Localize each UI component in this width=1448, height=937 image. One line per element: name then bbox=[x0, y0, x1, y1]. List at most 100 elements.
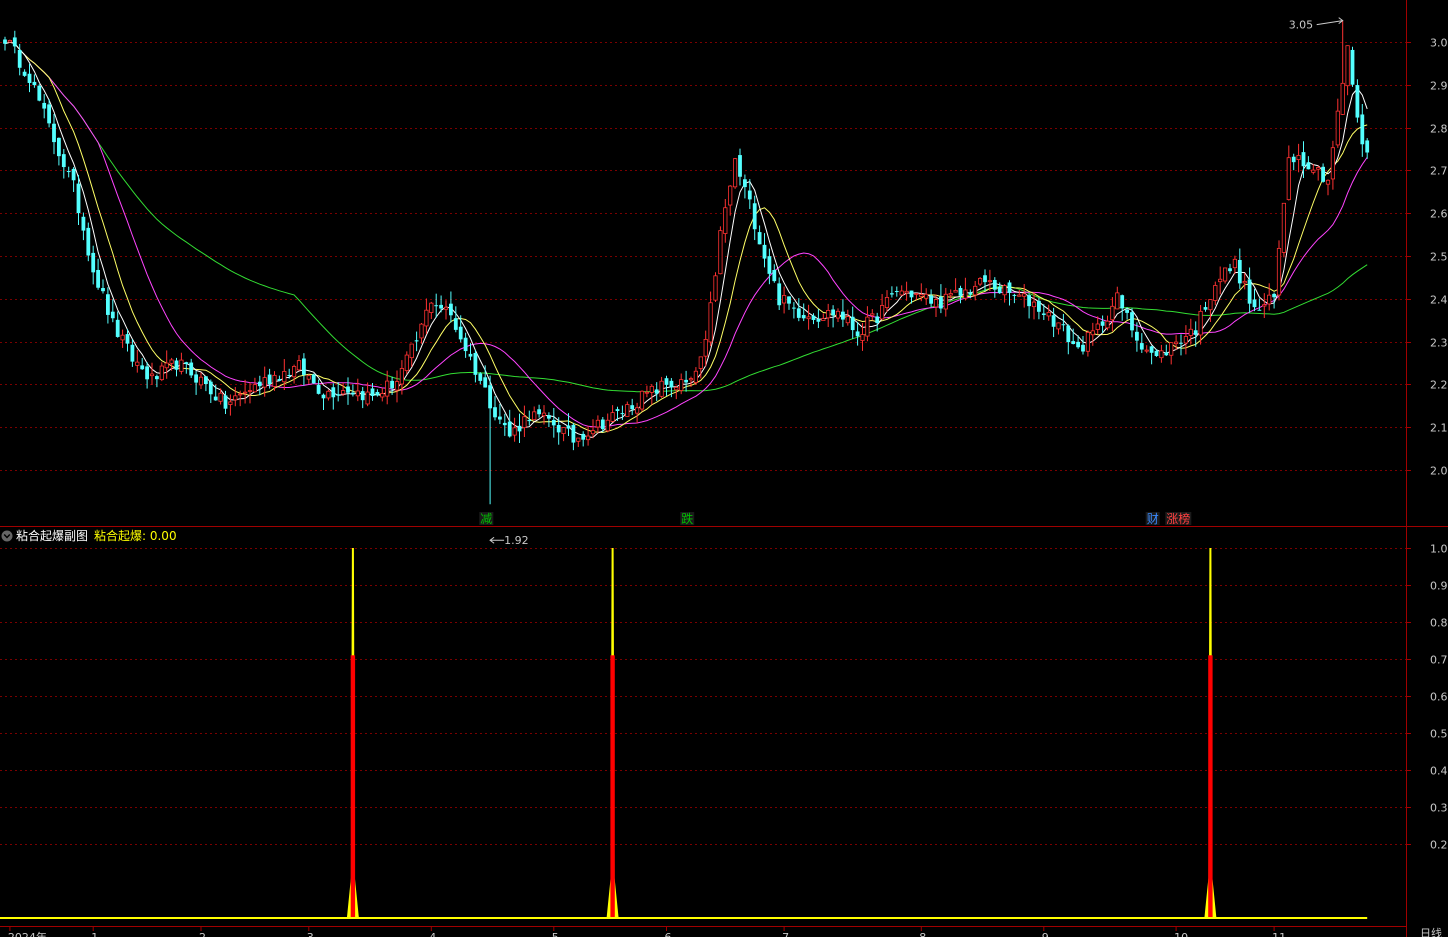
candle-body bbox=[120, 334, 125, 341]
candle-body bbox=[306, 375, 311, 380]
candle-body bbox=[595, 419, 601, 428]
candle-body bbox=[757, 232, 762, 245]
candle bbox=[1350, 46, 1355, 87]
low-arrow bbox=[489, 536, 505, 544]
candle bbox=[1169, 342, 1174, 365]
candle-body bbox=[1321, 166, 1325, 182]
candle-body bbox=[326, 390, 331, 399]
candle bbox=[316, 379, 321, 395]
candle bbox=[1056, 322, 1061, 335]
candle bbox=[174, 357, 179, 377]
x-tick-label: 5 bbox=[552, 931, 559, 937]
candle bbox=[1276, 240, 1282, 301]
candle-body bbox=[149, 373, 155, 377]
candle-body bbox=[605, 419, 610, 432]
candle bbox=[610, 405, 615, 423]
candle-body bbox=[66, 171, 71, 173]
candle-body bbox=[586, 435, 591, 441]
candle bbox=[27, 63, 32, 93]
candle-body bbox=[762, 244, 767, 259]
candle-body bbox=[257, 381, 262, 387]
candle bbox=[434, 293, 439, 318]
candle-body bbox=[654, 389, 659, 394]
period-label: 日线 bbox=[1420, 926, 1442, 937]
candle bbox=[360, 386, 365, 409]
candle-body bbox=[1228, 268, 1232, 272]
candle-body bbox=[385, 380, 390, 397]
candle bbox=[1325, 179, 1331, 196]
y-tick-label: 2.80 bbox=[1430, 123, 1448, 136]
candle bbox=[718, 226, 723, 275]
candle bbox=[1139, 333, 1144, 353]
candle-body bbox=[943, 293, 948, 310]
candle bbox=[149, 362, 155, 385]
candle-body bbox=[468, 353, 473, 357]
candle bbox=[443, 300, 449, 320]
candle bbox=[57, 137, 61, 166]
candle-body bbox=[1144, 349, 1149, 352]
candle-body bbox=[106, 294, 110, 315]
candle-body bbox=[919, 294, 924, 297]
candle bbox=[37, 84, 42, 102]
x-tick-label: 10 bbox=[1174, 931, 1188, 937]
collapse-icon[interactable] bbox=[1, 530, 13, 542]
high-arrow bbox=[1316, 17, 1344, 26]
candle-body bbox=[610, 412, 615, 422]
candle-body bbox=[52, 123, 56, 143]
candle-body bbox=[365, 391, 370, 405]
candle-body bbox=[125, 334, 130, 344]
candle bbox=[493, 396, 497, 421]
sub-y-tick-label: 0.80 bbox=[1430, 617, 1448, 630]
candle bbox=[86, 222, 91, 262]
candle bbox=[605, 413, 610, 433]
candle-body bbox=[1291, 156, 1296, 163]
candle bbox=[404, 351, 409, 375]
indicator-title[interactable]: 粘合起爆副图 bbox=[16, 528, 88, 543]
candle-body bbox=[1232, 258, 1237, 269]
candle-body bbox=[1012, 294, 1017, 296]
candle-body bbox=[355, 390, 360, 397]
candle-body bbox=[992, 279, 997, 290]
candle bbox=[1321, 163, 1325, 183]
candle bbox=[1110, 297, 1115, 332]
candle-body bbox=[394, 381, 400, 391]
candle-body bbox=[987, 280, 993, 283]
candle-body bbox=[1120, 295, 1125, 309]
candle bbox=[899, 285, 904, 296]
candle-body bbox=[76, 183, 81, 214]
candle-body bbox=[179, 359, 184, 372]
x-tick-label: 11 bbox=[1272, 931, 1286, 937]
candle-body bbox=[32, 81, 37, 86]
candle-body bbox=[439, 304, 443, 309]
candle-body bbox=[674, 387, 679, 391]
candle-body bbox=[1149, 346, 1154, 353]
candle-body bbox=[61, 154, 66, 168]
candle-body bbox=[556, 425, 561, 433]
candle-body bbox=[101, 288, 105, 292]
candle-body bbox=[1100, 321, 1105, 326]
candle-body bbox=[1041, 313, 1046, 315]
candle-body bbox=[600, 419, 605, 430]
candle bbox=[630, 398, 635, 416]
candle bbox=[252, 377, 257, 393]
candle-body bbox=[1198, 310, 1203, 336]
candle-body bbox=[1193, 330, 1198, 335]
candle bbox=[184, 361, 189, 374]
candle bbox=[1365, 138, 1370, 159]
candle bbox=[1164, 344, 1169, 356]
sub-y-tick-label: 0.40 bbox=[1430, 765, 1448, 778]
candle-body bbox=[517, 425, 522, 432]
candle bbox=[110, 299, 115, 323]
candle bbox=[625, 401, 630, 417]
candle-body bbox=[635, 407, 640, 414]
x-tick-label: 1 bbox=[91, 931, 98, 937]
candle bbox=[42, 94, 47, 119]
candle-body bbox=[1135, 331, 1139, 341]
candle-body bbox=[194, 374, 198, 383]
y-tick-label: 2.10 bbox=[1430, 422, 1448, 435]
candle bbox=[782, 286, 787, 314]
candle bbox=[321, 393, 326, 410]
candle-body bbox=[1022, 293, 1027, 297]
candle bbox=[992, 277, 997, 298]
candle bbox=[1286, 145, 1291, 201]
